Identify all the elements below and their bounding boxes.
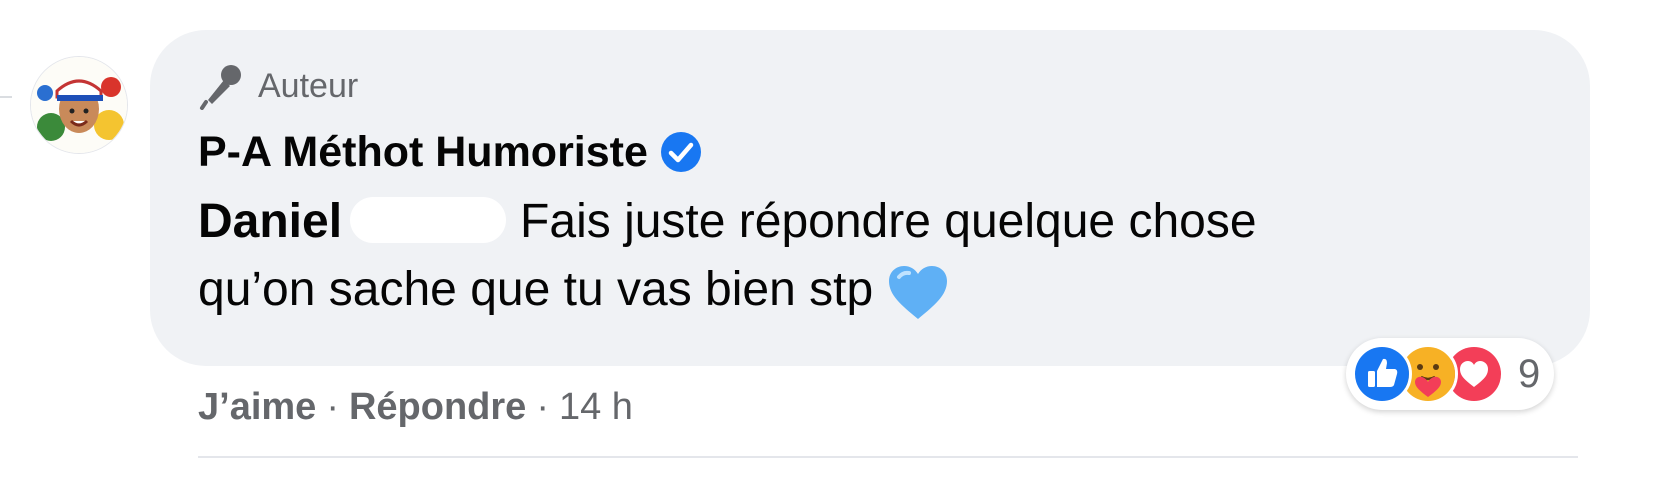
comment-text-line2: qu’on sache que tu vas bien stp <box>198 263 874 316</box>
thread-connector <box>0 96 12 98</box>
avatar-image <box>31 57 127 153</box>
timestamp-link[interactable]: 14 h <box>559 386 633 429</box>
verified-check-icon <box>660 132 701 172</box>
microphone-icon <box>200 65 241 110</box>
blue-heart-emoji <box>889 266 948 319</box>
comment-text-line1: Fais juste répondre quelque chose <box>520 195 1257 248</box>
reaction-count: 9 <box>1518 351 1541 396</box>
like-reaction-icon <box>1352 344 1412 404</box>
comment-actions: J’aime · Répondre · 14 h <box>198 382 633 432</box>
author-row: P-A Méthot Humoriste <box>198 122 702 182</box>
reactions-summary[interactable]: 9 <box>1346 338 1555 410</box>
author-badge: Auteur <box>198 58 358 114</box>
mention-link[interactable]: Daniel <box>198 195 342 248</box>
author-name-link[interactable]: P-A Méthot Humoriste <box>198 128 648 177</box>
comment-text: Daniel Fais juste répondre quelque chose … <box>198 188 1558 324</box>
separator: · <box>326 385 339 428</box>
author-badge-label: Auteur <box>258 66 359 105</box>
reply-button[interactable]: Répondre <box>349 386 526 429</box>
redacted-name-mask <box>350 197 507 243</box>
like-button[interactable]: J’aime <box>198 386 316 429</box>
separator: · <box>536 385 549 428</box>
avatar[interactable] <box>30 56 128 154</box>
divider <box>198 456 1578 458</box>
comment-bubble: Auteur P-A Méthot Humoriste Daniel Fais j… <box>150 30 1590 366</box>
